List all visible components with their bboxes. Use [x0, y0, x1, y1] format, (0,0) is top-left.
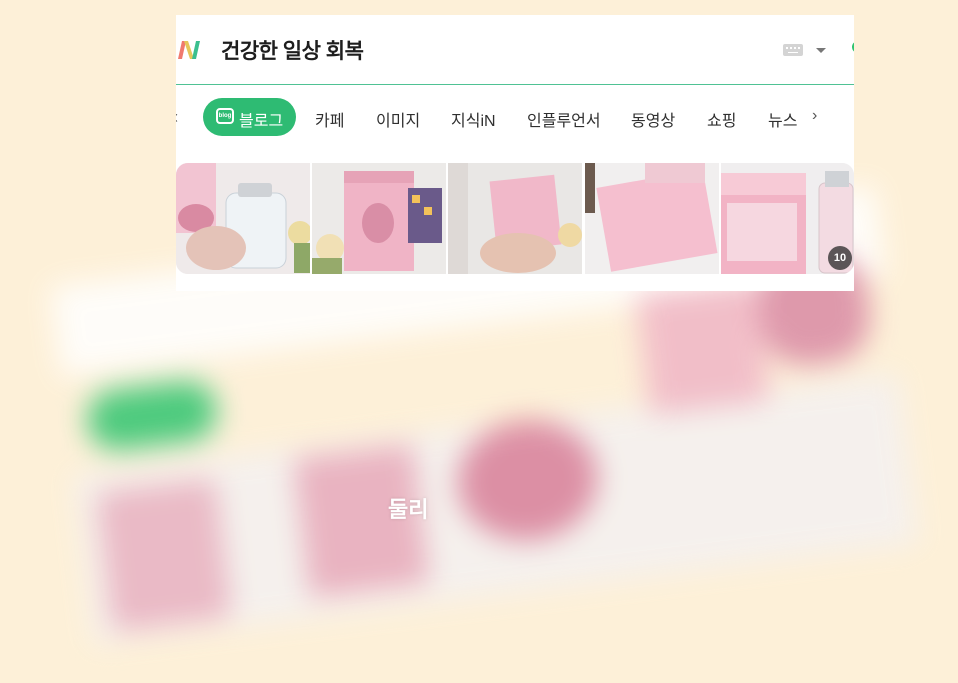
- search-card: 건강한 일상 회복 ‹ blog 블로그 카페 이미지 지식iN 인플루언서 동…: [176, 15, 854, 291]
- naver-logo-icon[interactable]: [176, 35, 204, 63]
- chevron-right-icon[interactable]: ›: [812, 107, 817, 125]
- tab-news[interactable]: 뉴스: [768, 107, 797, 131]
- thumbnail-image[interactable]: [448, 163, 582, 274]
- search-query-input[interactable]: 건강한 일상 회복: [221, 35, 364, 65]
- tab-images[interactable]: 이미지: [376, 107, 420, 131]
- thumbnail-image[interactable]: 10: [721, 163, 854, 274]
- search-button[interactable]: [852, 41, 854, 53]
- blog-icon: blog: [216, 108, 234, 124]
- tab-cafe[interactable]: 카페: [315, 107, 344, 131]
- tab-influencer[interactable]: 인플루언서: [527, 107, 601, 131]
- thumbnail-strip: 10: [176, 163, 854, 274]
- dropdown-caret-icon[interactable]: [816, 48, 826, 53]
- background-label: 둘리: [388, 497, 429, 522]
- thumbnail-image[interactable]: [312, 163, 446, 274]
- tab-label: 블로그: [239, 113, 284, 130]
- image-count-badge: 10: [828, 246, 852, 270]
- tab-video[interactable]: 동영상: [631, 107, 675, 131]
- thumbnail-image[interactable]: [176, 163, 310, 274]
- search-header: 건강한 일상 회복: [176, 15, 854, 85]
- tab-kin[interactable]: 지식iN: [451, 107, 496, 131]
- tab-blog[interactable]: blog 블로그: [203, 98, 296, 136]
- search-tabs: ‹ blog 블로그 카페 이미지 지식iN 인플루언서 동영상 쇼핑 뉴스 ›: [176, 98, 854, 136]
- chevron-left-icon[interactable]: ‹: [176, 107, 178, 128]
- tab-shopping[interactable]: 쇼핑: [707, 107, 736, 131]
- thumbnail-image[interactable]: [585, 163, 719, 274]
- keyboard-icon[interactable]: [783, 44, 803, 56]
